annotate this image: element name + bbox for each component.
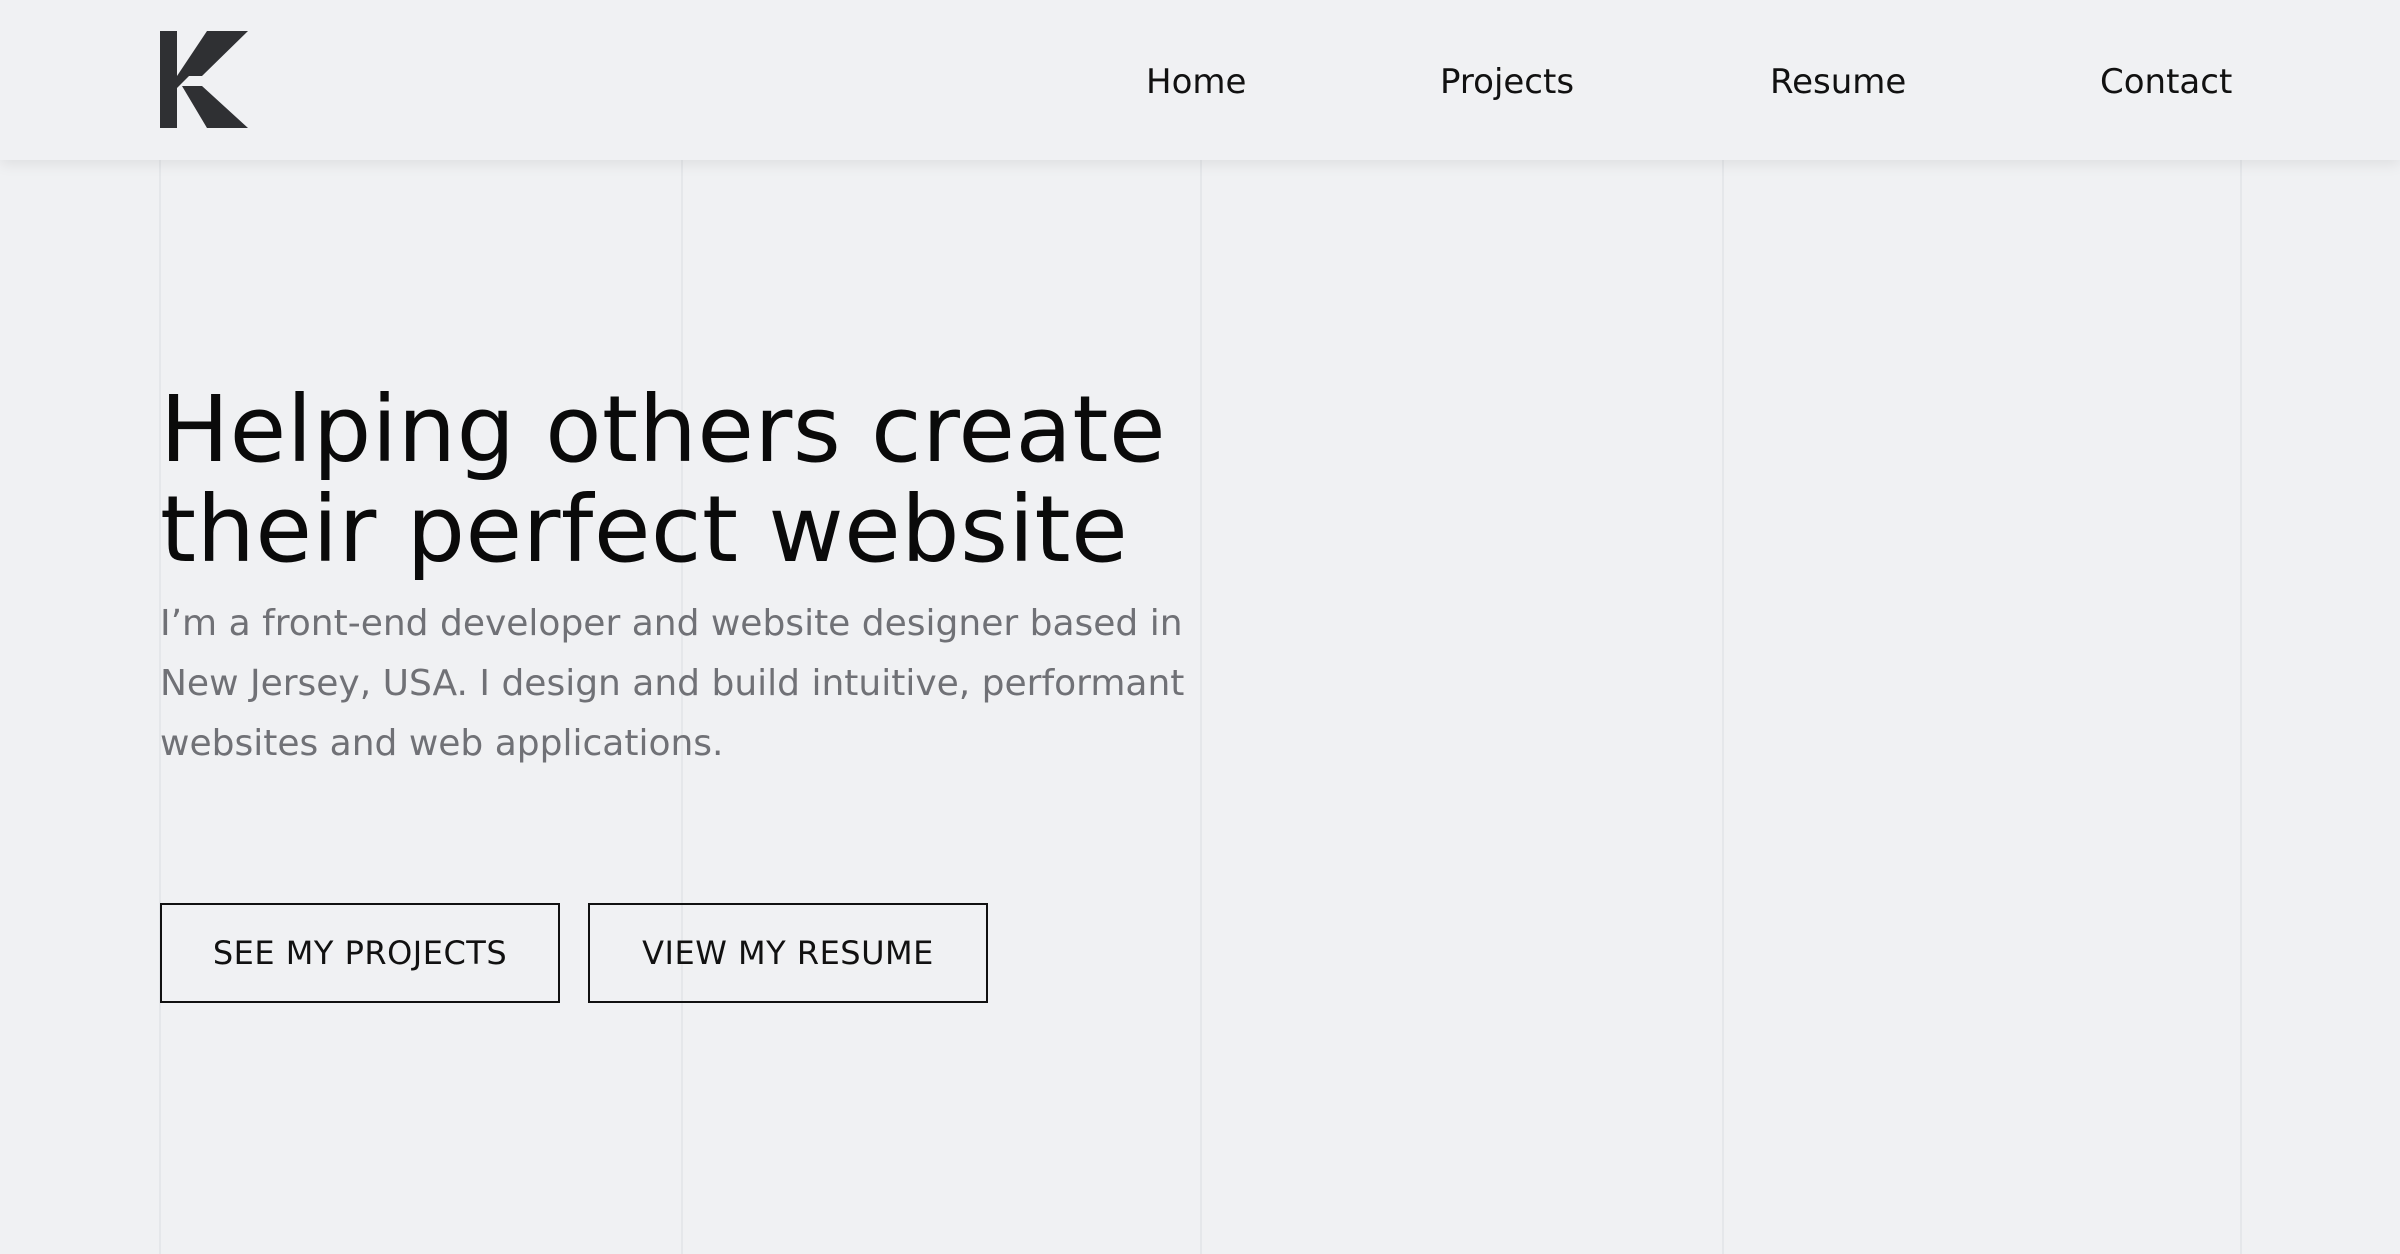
hero-title-line-2: their perfect website [160, 476, 1129, 583]
hero-subtitle: I’m a front-end developer and website de… [160, 603, 1185, 764]
site-header: Home Projects Resume Contact [0, 0, 2400, 160]
grid-line [1722, 160, 1724, 1254]
see-my-projects-button[interactable]: SEE MY PROJECTS [160, 903, 560, 1003]
hero-title-line-1: Helping others create [160, 376, 1167, 483]
grid-line [2240, 160, 2242, 1254]
hero-buttons: SEE MY PROJECTS VIEW MY RESUME [160, 903, 988, 1003]
nav-projects-link[interactable]: Projects [1440, 58, 1574, 106]
main-nav: Home Projects Resume Contact [0, 0, 2400, 160]
nav-home-link[interactable]: Home [1146, 58, 1246, 106]
nav-resume-link[interactable]: Resume [1770, 58, 1906, 106]
view-my-resume-button[interactable]: VIEW MY RESUME [588, 903, 988, 1003]
hero-title: Helping others create their perfect webs… [160, 380, 1220, 580]
nav-contact-link[interactable]: Contact [2100, 58, 2232, 106]
hero-section: Helping others create their perfect webs… [160, 380, 1220, 774]
page: Home Projects Resume Contact Helping oth… [0, 0, 2400, 1254]
